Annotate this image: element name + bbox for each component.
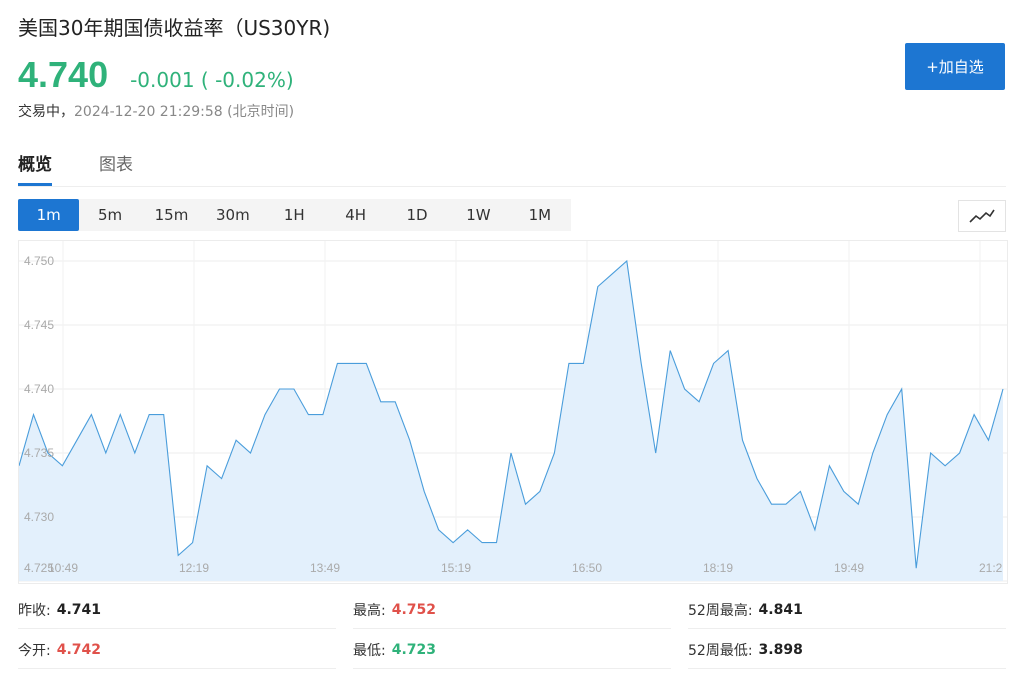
stat-value: 4.742: [56, 642, 102, 658]
status-label: 交易中，: [18, 104, 74, 120]
stat-value: 4.723: [391, 642, 437, 658]
chart-type-button[interactable]: [958, 200, 1006, 232]
tab-chart[interactable]: 图表: [99, 150, 133, 183]
stat-prev-close: 昨收: 4.741: [18, 592, 336, 629]
stat-label: 最高:: [353, 603, 386, 619]
stat-value: 3.898: [758, 642, 803, 658]
x-tick-label: 18:19: [703, 561, 733, 575]
stat-52w-high: 52周最高: 4.841: [688, 592, 1006, 629]
stat-52w-low: 52周最低: 3.898: [688, 632, 1006, 669]
x-tick-label: 12:19: [179, 561, 209, 575]
price-row: 4.740 -0.001 ( -0.02%): [18, 54, 294, 96]
chart-svg: 4.7504.7454.7404.7354.7304.72510:49 12:19…: [18, 241, 1007, 582]
page-title: 美国30年期国债收益率（US30YR): [18, 16, 331, 40]
y-tick-label: 4.750: [24, 254, 54, 268]
stat-value: 4.841: [758, 602, 803, 618]
timeframe-1h[interactable]: 1H: [264, 199, 325, 231]
y-tick-label: 4.740: [24, 382, 54, 396]
add-watchlist-button[interactable]: +加自选: [905, 43, 1005, 90]
stat-high: 最高: 4.752: [353, 592, 671, 629]
y-tick-label: 4.735: [24, 446, 54, 460]
x-tick-label: 19:49: [834, 561, 864, 575]
y-tick-label: 4.730: [24, 510, 54, 524]
line-chart-icon: [969, 209, 995, 223]
status-timestamp: 2024-12-20 21:29:58 (北京时间): [74, 104, 295, 120]
timeframe-1d[interactable]: 1D: [386, 199, 447, 231]
x-tick-label: 13:49: [310, 561, 340, 575]
price-chart[interactable]: 4.750 4.745 4.740 4.735 4.730 4.725 10:49 12:19…: [18, 240, 1008, 584]
stat-value: 4.741: [56, 602, 102, 618]
timeframe-15m[interactable]: 15m: [141, 199, 202, 231]
trading-status: 交易中，2024-12-20 21:29:58 (北京时间): [18, 101, 294, 121]
x-tick-label: 15:19: [441, 561, 471, 575]
timeframe-30m[interactable]: 30m: [202, 199, 263, 231]
timeframe-5m[interactable]: 5m: [79, 199, 140, 231]
timeframe-1mo[interactable]: 1M: [509, 199, 570, 231]
series-area: [19, 261, 1003, 581]
stat-label: 52周最高:: [688, 603, 753, 619]
stat-label: 昨收:: [18, 603, 51, 619]
stat-label: 最低:: [353, 643, 386, 659]
timeframe-selector: 1m 5m 15m 30m 1H 4H 1D 1W 1M: [18, 199, 571, 231]
tab-overview[interactable]: 概览: [18, 150, 52, 186]
timeframe-1m[interactable]: 1m: [18, 199, 80, 231]
stat-label: 今开:: [18, 643, 51, 659]
x-tick-label: 10:49: [48, 561, 78, 575]
stat-value: 4.752: [391, 602, 437, 618]
tab-bar: 概览 图表: [18, 150, 1006, 187]
price-change: -0.001 ( -0.02%): [130, 68, 294, 92]
timeframe-1w[interactable]: 1W: [448, 199, 509, 231]
stat-label: 52周最低:: [688, 643, 753, 659]
current-price: 4.740: [18, 54, 109, 95]
x-tick-label: 16:50: [572, 561, 602, 575]
x-tick-label: 21:2: [979, 561, 1003, 575]
stat-low: 最低: 4.723: [353, 632, 671, 669]
timeframe-4h[interactable]: 4H: [325, 199, 386, 231]
stat-open: 今开: 4.742: [18, 632, 336, 669]
y-tick-label: 4.745: [24, 318, 54, 332]
